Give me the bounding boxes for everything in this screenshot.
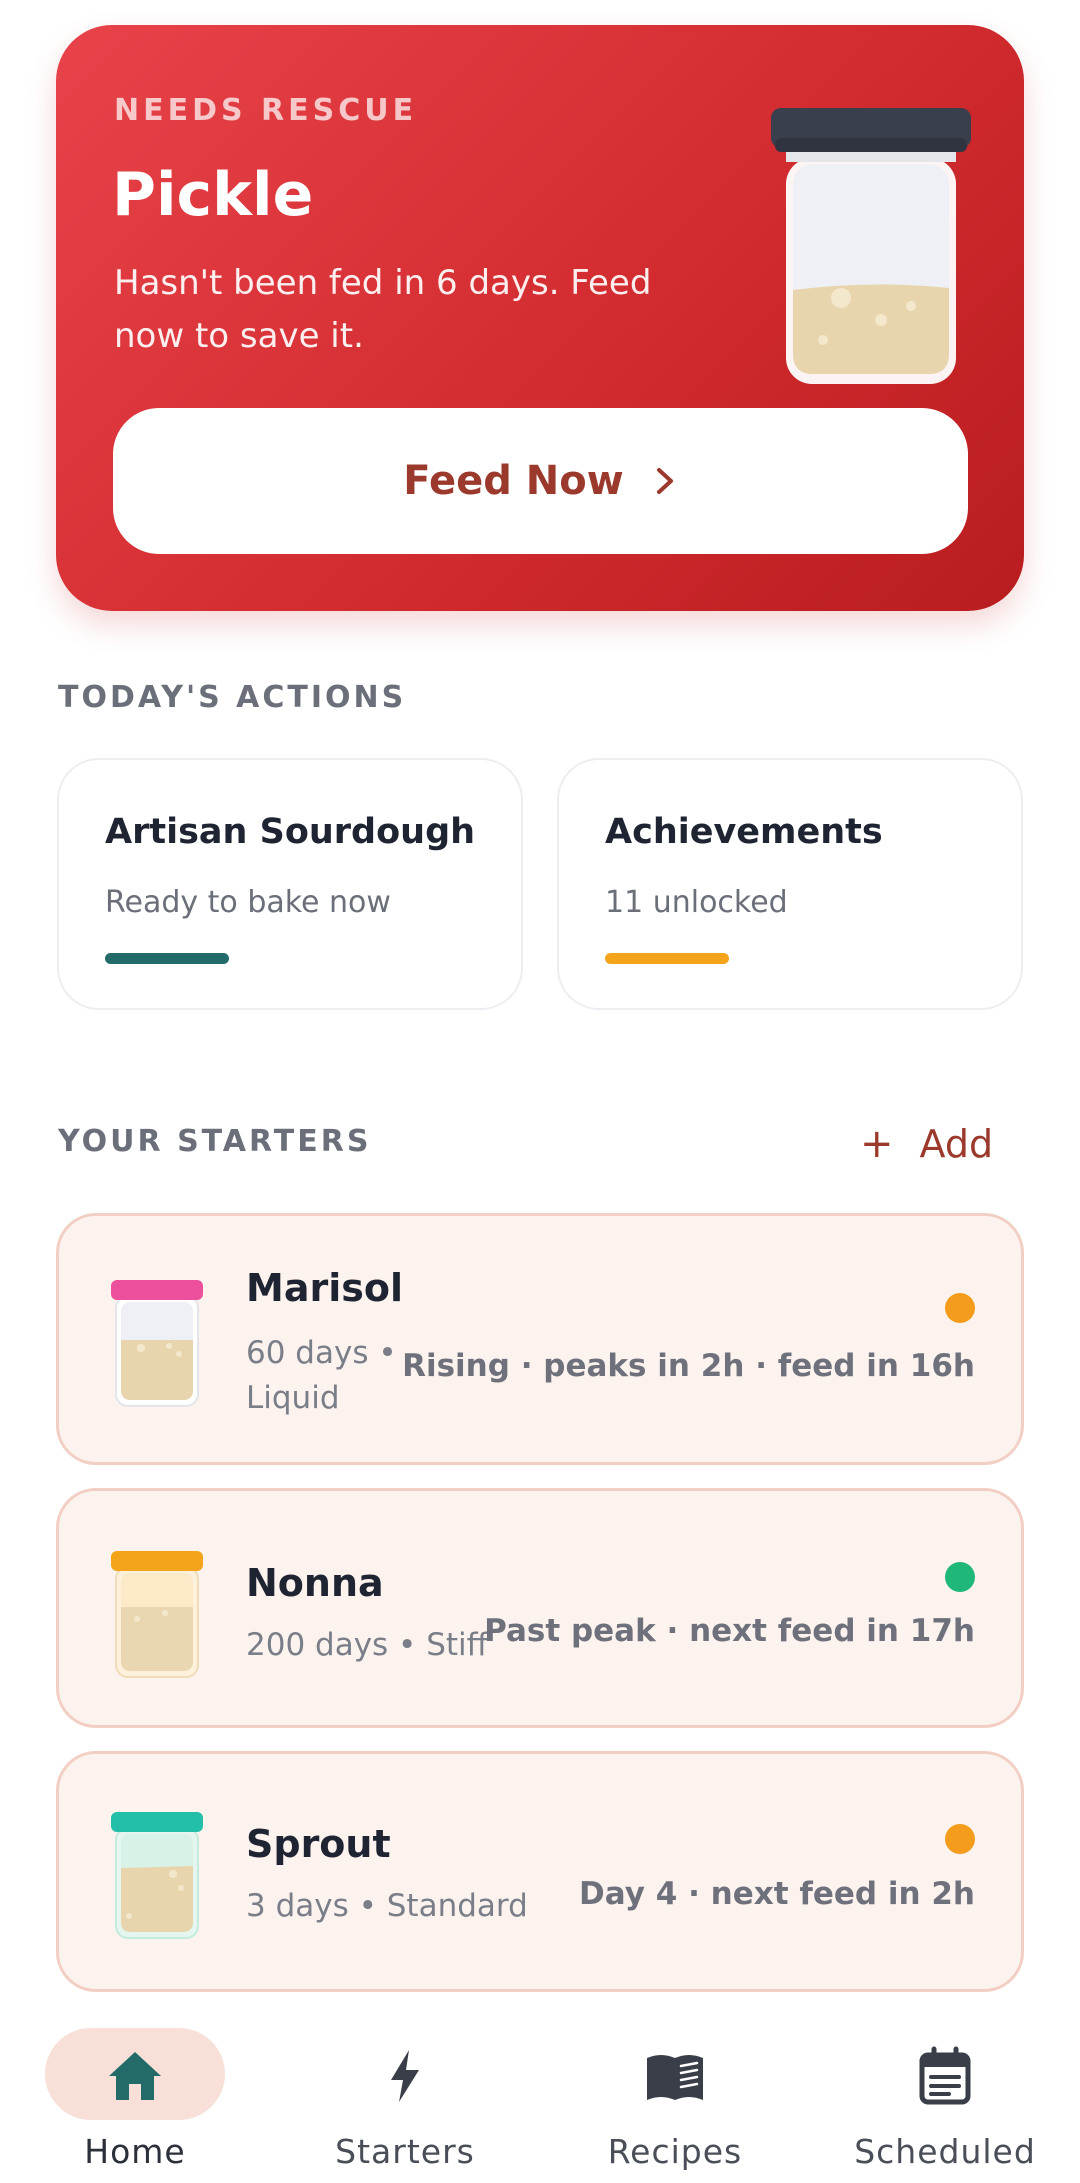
starter-card-sprout[interactable]: Sprout 3 days • Standard Day 4 · next fe… — [56, 1751, 1024, 1992]
nav-item-starters[interactable]: Starters — [270, 2012, 540, 2183]
nav-label: Recipes — [607, 2132, 743, 2171]
add-starter-button[interactable]: + Add — [860, 1120, 993, 1168]
feed-now-label: Feed Now — [403, 458, 624, 504]
nav-item-recipes[interactable]: Recipes — [540, 2012, 810, 2183]
chevron-right-icon — [656, 468, 673, 494]
nav-label: Starters — [335, 2132, 475, 2171]
nav-item-home[interactable]: Home — [0, 2012, 270, 2183]
feed-now-button[interactable]: Feed Now — [113, 408, 968, 554]
action-card-artisan-sourdough[interactable]: Artisan Sourdough Ready to bake now — [57, 758, 523, 1010]
starter-status: Day 4 · next feed in 2h — [579, 1876, 975, 1912]
starter-status: Rising · peaks in 2h · feed in 16h — [402, 1348, 975, 1384]
action-accent-bar — [105, 953, 229, 964]
action-title: Artisan Sourdough — [105, 812, 476, 852]
todays-actions-heading: TODAY'S ACTIONS — [58, 680, 407, 715]
action-subtitle: Ready to bake now — [105, 885, 391, 920]
starter-meta: 3 days • Standard — [246, 1888, 528, 1924]
jar-icon — [111, 1280, 203, 1407]
status-dot — [945, 1562, 975, 1592]
bottom-nav: Home Starters Recipes Scheduled — [0, 2012, 1080, 2183]
calendar-icon — [919, 2046, 971, 2105]
action-title: Achievements — [605, 812, 883, 852]
lightning-icon — [391, 2050, 419, 2102]
jar-icon — [111, 1812, 203, 1939]
nav-label: Home — [84, 2132, 186, 2171]
status-dot — [945, 1824, 975, 1854]
rescue-eyebrow: NEEDS RESCUE — [114, 93, 418, 128]
nav-label: Scheduled — [854, 2132, 1036, 2171]
book-icon — [647, 2055, 703, 2100]
starter-meta: 200 days • Stiff — [246, 1627, 488, 1663]
status-dot — [945, 1293, 975, 1323]
starter-meta: 60 days • Liquid — [246, 1335, 397, 1416]
starter-status: Past peak · next feed in 17h — [484, 1613, 975, 1649]
home-icon — [109, 2052, 161, 2100]
home-screen: NEEDS RESCUE Pickle Hasn't been fed in 6… — [0, 0, 1080, 2183]
starter-name: Marisol — [246, 1266, 403, 1310]
starter-name: Sprout — [246, 1822, 391, 1866]
nav-item-scheduled[interactable]: Scheduled — [810, 2012, 1080, 2183]
jar-icon — [111, 1551, 203, 1678]
rescue-description: Hasn't been fed in 6 days. Feed now to s… — [114, 263, 652, 356]
rescue-starter-name: Pickle — [112, 160, 314, 230]
plus-icon: + — [860, 1121, 894, 1167]
your-starters-heading: YOUR STARTERS — [58, 1124, 372, 1159]
add-starter-label: Add — [919, 1122, 994, 1166]
action-card-achievements[interactable]: Achievements 11 unlocked — [557, 758, 1023, 1010]
starter-card-nonna[interactable]: Nonna 200 days • Stiff Past peak · next … — [56, 1488, 1024, 1728]
action-accent-bar — [605, 953, 729, 964]
rescue-card: NEEDS RESCUE Pickle Hasn't been fed in 6… — [56, 25, 1024, 611]
action-subtitle: 11 unlocked — [605, 885, 788, 920]
starter-name: Nonna — [246, 1561, 384, 1605]
jar-icon — [771, 108, 971, 384]
starter-card-marisol[interactable]: Marisol 60 days • Liquid Rising · peaks … — [56, 1213, 1024, 1465]
